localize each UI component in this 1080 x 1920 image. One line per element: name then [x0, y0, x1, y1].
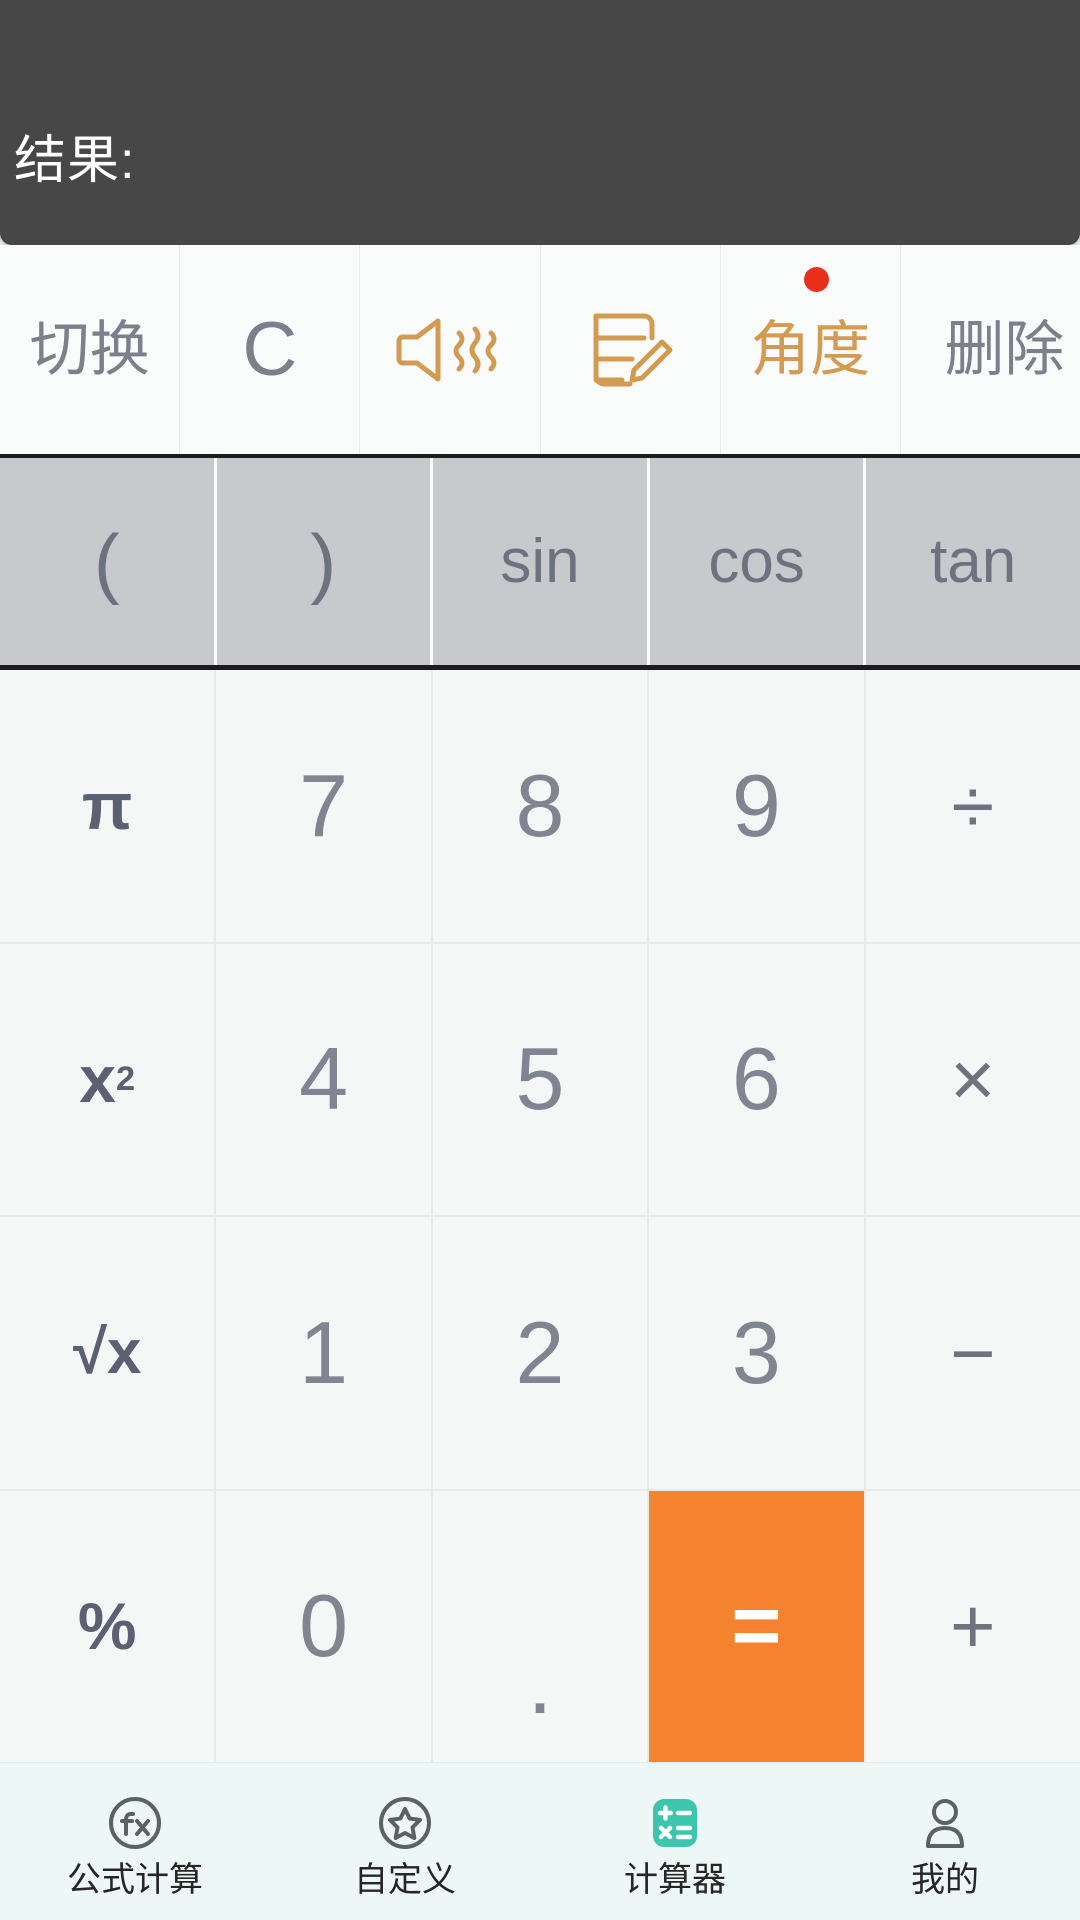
speaker-sound-icon	[391, 307, 509, 393]
key-1[interactable]: 1	[216, 1217, 431, 1489]
result-label: 结果:	[14, 132, 136, 190]
calculator-icon	[645, 1793, 705, 1853]
key-close-paren[interactable]: )	[216, 458, 434, 665]
person-icon	[915, 1793, 975, 1853]
key-plus[interactable]: +	[865, 1490, 1080, 1762]
key-divide[interactable]: ÷	[865, 670, 1080, 942]
key-3[interactable]: 3	[649, 1217, 864, 1489]
key-multiply[interactable]: ×	[865, 943, 1080, 1215]
key-decimal-point[interactable]: .	[432, 1490, 648, 1762]
display-area: 结果:	[0, 0, 1080, 245]
key-7[interactable]: 7	[216, 670, 431, 942]
toolbar-button-angle[interactable]: 角度	[720, 245, 901, 454]
key-2[interactable]: 2	[432, 1217, 648, 1489]
toolbar-button-switch[interactable]: 切换	[0, 245, 181, 454]
key-percent[interactable]: %	[0, 1490, 215, 1762]
key-pi[interactable]: π	[0, 670, 215, 942]
key-open-paren[interactable]: (	[0, 458, 217, 665]
nav-label-calculator: 计算器	[624, 1860, 726, 1899]
key-cos[interactable]: cos	[649, 458, 867, 665]
nav-item-calculator[interactable]: 计算器	[540, 1763, 810, 1920]
key-minus[interactable]: −	[865, 1217, 1080, 1489]
nav-item-mine[interactable]: 我的	[810, 1763, 1080, 1920]
function-row: ( ) sin cos tan	[0, 458, 1080, 670]
nav-label-mine: 我的	[911, 1860, 979, 1899]
calculator-app: 结果: 切换 C 角度 删除 () sin cos tan π 7 8 9 ÷…	[0, 0, 1080, 1920]
key-tan[interactable]: tan	[866, 458, 1080, 665]
toolbar-label-angle: 角度	[750, 315, 871, 383]
toolbar: 切换 C 角度 删除	[0, 245, 1080, 458]
key-square-base: x	[79, 1042, 116, 1117]
key-9[interactable]: 9	[649, 670, 864, 942]
key-4[interactable]: 4	[216, 943, 431, 1215]
note-edit-icon	[582, 302, 678, 398]
toolbar-label-clear: C	[242, 306, 298, 392]
fx-circle-icon	[105, 1793, 165, 1853]
bottom-navigation: 公式计算 自定义 计算器 我的	[0, 1762, 1080, 1920]
key-equals[interactable]: =	[649, 1490, 864, 1762]
key-square-exponent: 2	[116, 1060, 136, 1099]
key-8[interactable]: 8	[432, 670, 648, 942]
toolbar-button-note[interactable]	[540, 245, 721, 454]
key-sin[interactable]: sin	[433, 458, 650, 665]
nav-label-formula: 公式计算	[67, 1860, 203, 1899]
key-6[interactable]: 6	[649, 943, 864, 1215]
nav-item-custom[interactable]: 自定义	[270, 1763, 540, 1920]
key-0[interactable]: 0	[216, 1490, 431, 1762]
key-square[interactable]: x2	[0, 943, 215, 1215]
toolbar-button-sound[interactable]	[360, 245, 541, 454]
toolbar-button-delete[interactable]: 删除	[900, 245, 1080, 454]
key-5[interactable]: 5	[432, 943, 648, 1215]
key-square-root[interactable]: √x	[0, 1217, 215, 1489]
nav-item-formula[interactable]: 公式计算	[0, 1763, 270, 1920]
toolbar-label-delete: 删除	[944, 315, 1065, 383]
star-circle-icon	[375, 1793, 435, 1853]
toolbar-label-switch: 切换	[29, 315, 150, 383]
nav-label-custom: 自定义	[354, 1860, 456, 1899]
toolbar-button-clear[interactable]: C	[180, 245, 361, 454]
angle-badge-dot	[804, 267, 830, 292]
keypad: π 7 8 9 ÷ x2 4 5 6 × √x 1 2 3 − % 0 . = …	[0, 670, 1080, 1762]
